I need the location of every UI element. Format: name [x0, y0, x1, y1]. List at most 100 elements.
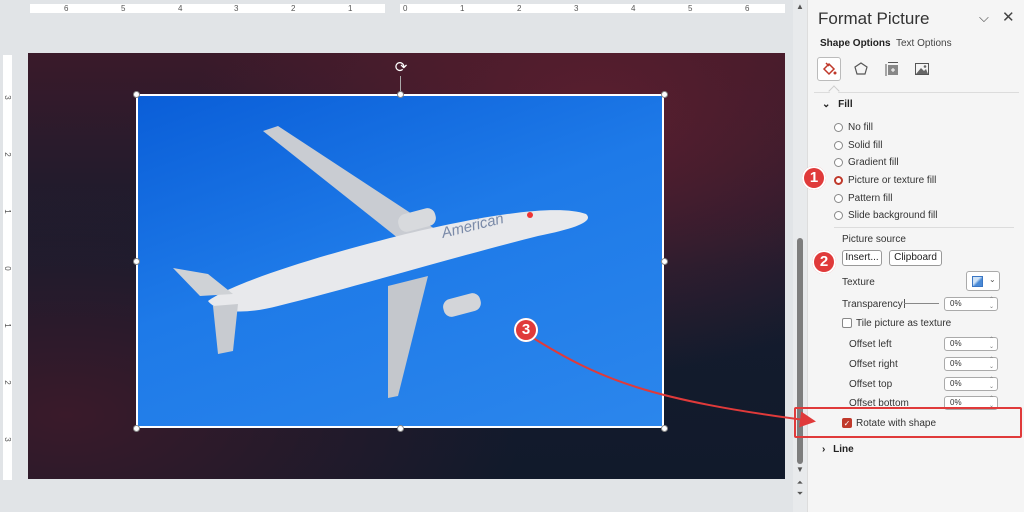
- radio-button[interactable]: [834, 158, 843, 167]
- tile-picture-checkbox[interactable]: [842, 318, 852, 328]
- texture-swatch-icon: [972, 276, 983, 287]
- transparency-label: Transparency: [842, 299, 903, 310]
- spinner-value: 0%: [950, 339, 962, 348]
- radio-button-selected[interactable]: [834, 176, 843, 185]
- close-icon[interactable]: ✕: [1002, 8, 1015, 26]
- section-divider: [814, 92, 1019, 93]
- step-badge-3: 3: [514, 318, 538, 342]
- vertical-ruler: 3 2 1 0 1 2 3: [3, 55, 12, 480]
- livery-dot: [527, 212, 533, 218]
- rotate-handle-icon[interactable]: ⟳: [393, 60, 409, 76]
- spinner-arrows-icon[interactable]: ⌃ ⌄: [989, 337, 994, 351]
- chevron-right-icon: ›: [822, 444, 826, 455]
- fill-line-icon[interactable]: [817, 57, 841, 81]
- picture-source-label: Picture source: [842, 234, 906, 245]
- offset-left-spinner[interactable]: 0% ⌃ ⌄: [944, 337, 998, 351]
- next-slide-icon[interactable]: ⏷: [793, 489, 807, 499]
- ruler-label: 3: [234, 4, 239, 13]
- line-section-header[interactable]: › Line: [822, 444, 854, 455]
- resize-handle[interactable]: [661, 425, 668, 432]
- radio-button[interactable]: [834, 211, 843, 220]
- airplane-picture[interactable]: American: [136, 94, 664, 428]
- ruler-label: 5: [121, 4, 126, 13]
- ruler-label: 4: [178, 4, 183, 13]
- tile-picture-label: Tile picture as texture: [856, 318, 952, 329]
- ruler-label: 3: [574, 4, 579, 13]
- tail-plane: [213, 304, 238, 354]
- radio-button[interactable]: [834, 123, 843, 132]
- radio-label: No fill: [848, 122, 874, 133]
- ruler-label: 3: [3, 95, 12, 100]
- ruler-label: 6: [64, 4, 69, 13]
- step-badge-2: 2: [812, 250, 836, 274]
- radio-label: Picture or texture fill: [848, 175, 937, 186]
- size-icon: [885, 62, 898, 76]
- ruler-label: 1: [348, 4, 353, 13]
- ruler-label: 2: [3, 152, 12, 157]
- radio-label: Gradient fill: [848, 157, 899, 168]
- picture-icon[interactable]: [910, 57, 934, 81]
- resize-handle[interactable]: [133, 425, 140, 432]
- scroll-up-icon[interactable]: ▲: [793, 2, 807, 11]
- scroll-down-icon[interactable]: ▼: [793, 465, 807, 474]
- fill-section-header[interactable]: ⌄ Fill: [822, 99, 853, 110]
- radio-gradient-fill[interactable]: Gradient fill: [834, 157, 899, 168]
- previous-slide-icon[interactable]: ⏶: [793, 478, 807, 488]
- chevron-down-icon[interactable]: ⌵: [979, 10, 989, 26]
- transparency-slider-track[interactable]: [904, 303, 939, 304]
- highlight-box: [794, 407, 1022, 438]
- radio-label: Slide background fill: [848, 210, 938, 221]
- ruler-label: 3: [3, 437, 12, 442]
- ruler-label: 0: [3, 266, 12, 271]
- ruler-label: 5: [688, 4, 693, 13]
- horizontal-ruler-left: 6 5 4 3 2 1: [30, 4, 385, 13]
- resize-handle[interactable]: [133, 258, 140, 265]
- radio-pattern-fill[interactable]: Pattern fill: [834, 193, 892, 204]
- offset-top-spinner[interactable]: 0% ⌃ ⌄: [944, 377, 998, 391]
- active-tab-pointer: [828, 85, 840, 97]
- size-properties-icon[interactable]: [880, 57, 904, 81]
- resize-handle[interactable]: [133, 91, 140, 98]
- image-icon: [915, 63, 929, 75]
- texture-dropdown[interactable]: ⌄: [966, 271, 1000, 291]
- resize-handle[interactable]: [661, 91, 668, 98]
- airplane-image: American: [173, 126, 588, 398]
- clipboard-button[interactable]: Clipboard: [889, 250, 942, 266]
- resize-handle[interactable]: [661, 258, 668, 265]
- engine: [443, 293, 481, 317]
- ruler-label: 1: [3, 323, 12, 328]
- ruler-label: 2: [517, 4, 522, 13]
- step-badge-1: 1: [802, 166, 826, 190]
- texture-label: Texture: [842, 277, 875, 288]
- spinner-arrows-icon[interactable]: ⌃ ⌄: [989, 357, 994, 371]
- radio-button[interactable]: [834, 141, 843, 150]
- fill-section-label: Fill: [838, 99, 853, 110]
- spinner-arrows-icon[interactable]: ⌃ ⌄: [989, 297, 994, 311]
- slide-editor: 6 5 4 3 2 1 0 1 2 3 4 5 6 3 2 1 0 1 2 3: [0, 0, 793, 512]
- resize-handle[interactable]: [397, 425, 404, 432]
- transparency-spinner[interactable]: 0% ⌃ ⌄: [944, 297, 998, 311]
- radio-solid-fill[interactable]: Solid fill: [834, 140, 882, 151]
- spinner-value: 0%: [950, 299, 962, 308]
- insert-button[interactable]: Insert...: [842, 250, 882, 266]
- offset-right-spinner[interactable]: 0% ⌃ ⌄: [944, 357, 998, 371]
- pentagon-icon: [854, 62, 868, 75]
- tab-text-options[interactable]: Text Options: [896, 38, 952, 49]
- radio-no-fill[interactable]: No fill: [834, 122, 873, 133]
- effects-icon[interactable]: [849, 57, 873, 81]
- offset-right-label: Offset right: [849, 359, 898, 370]
- paint-bucket-icon: [822, 62, 837, 76]
- radio-button[interactable]: [834, 194, 843, 203]
- ruler-label: 1: [3, 209, 12, 214]
- ruler-label: 6: [745, 4, 750, 13]
- ruler-label: 1: [460, 4, 465, 13]
- pane-title: Format Picture: [818, 9, 930, 28]
- radio-picture-texture-fill[interactable]: Picture or texture fill: [834, 175, 936, 186]
- spinner-value: 0%: [950, 379, 962, 388]
- radio-label: Solid fill: [848, 140, 883, 151]
- tail-fin: [173, 268, 233, 296]
- radio-slide-background-fill[interactable]: Slide background fill: [834, 210, 938, 221]
- resize-handle[interactable]: [397, 91, 404, 98]
- tab-shape-options[interactable]: Shape Options: [820, 38, 891, 49]
- spinner-arrows-icon[interactable]: ⌃ ⌄: [989, 377, 994, 391]
